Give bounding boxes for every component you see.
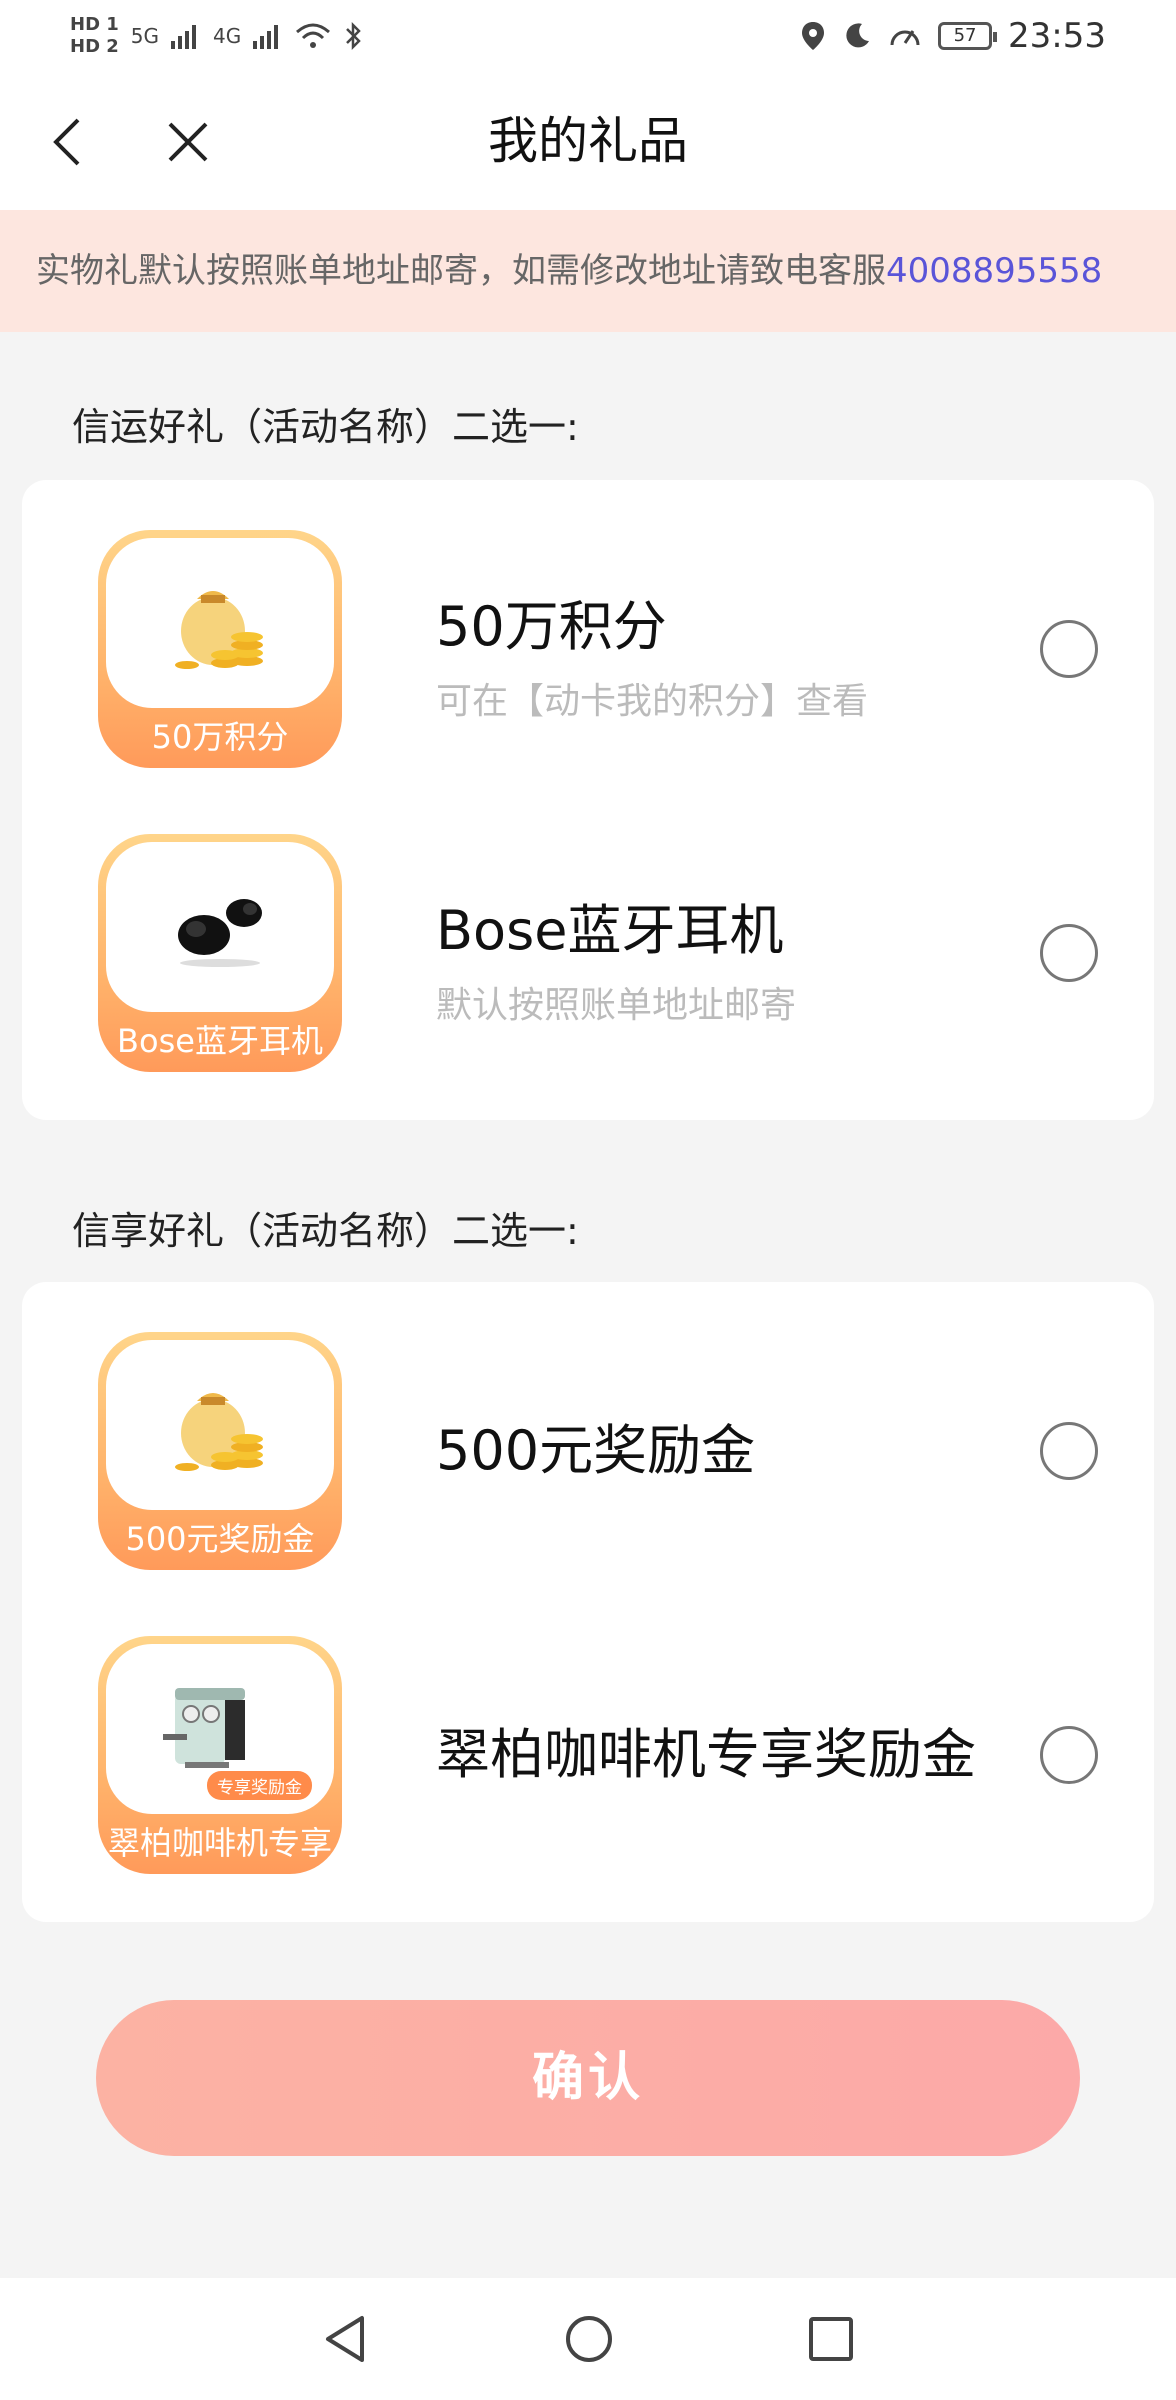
status-bar: HD 1 HD 2 5G 4G 57 23:53 <box>0 0 1176 72</box>
clock: 23:53 <box>1008 16 1106 56</box>
gift-thumbnail: Bose蓝牙耳机 <box>98 834 342 1072</box>
money-bag-icon <box>175 1393 263 1471</box>
system-back-button[interactable] <box>312 2304 382 2374</box>
gift-radio[interactable] <box>1040 924 1098 982</box>
sim-indicators: HD 1 HD 2 <box>70 14 119 58</box>
speed-icon <box>890 30 920 46</box>
circle-home-icon <box>566 2316 612 2362</box>
gift-thumbnail-label: 500元奖励金 <box>125 1520 315 1558</box>
sim2-label: HD 2 <box>70 36 119 57</box>
square-recents-icon <box>809 2317 853 2361</box>
gift-title: 翠柏咖啡机专享奖励金 <box>436 1723 976 1786</box>
signal-icon <box>171 25 197 49</box>
system-navigation-bar <box>0 2278 1176 2400</box>
sim1-label: HD 1 <box>70 14 119 35</box>
earbuds-icon <box>178 899 262 967</box>
gift-thumbnail: 500元奖励金 <box>98 1332 342 1570</box>
status-right: 57 23:53 <box>800 16 1106 56</box>
gift-option-earbuds[interactable]: Bose蓝牙耳机 Bose蓝牙耳机 默认按照账单地址邮寄 <box>22 834 1154 1074</box>
gift-thumbnail: 50万积分 <box>98 530 342 768</box>
gift-card-group-2: 500元奖励金 500元奖励金 专享奖励金 翠柏咖啡机专享 翠柏咖啡机专享奖励金 <box>22 1282 1154 1922</box>
bluetooth-icon <box>346 21 362 51</box>
signal-icon-2 <box>253 25 279 49</box>
gift-radio[interactable] <box>1040 1422 1098 1480</box>
triangle-back-icon <box>326 2316 364 2362</box>
header-bar: 我的礼品 <box>0 72 1176 210</box>
gift-radio[interactable] <box>1040 620 1098 678</box>
money-bag-icon <box>175 591 263 669</box>
gift-title: 500元奖励金 <box>436 1419 756 1482</box>
gift-option-bonus[interactable]: 500元奖励金 500元奖励金 <box>22 1332 1154 1572</box>
location-icon <box>802 22 825 50</box>
customer-service-phone[interactable]: 4008895558 <box>886 251 1102 291</box>
address-notice: 实物礼默认按照账单地址邮寄，如需修改地址请致电客服4008895558 <box>0 210 1176 332</box>
gift-title: Bose蓝牙耳机 <box>436 899 784 962</box>
section-title-1: 信运好礼（活动名称）二选一: <box>72 405 579 449</box>
section-title-2: 信享好礼（活动名称）二选一: <box>72 1209 579 1253</box>
status-left: HD 1 HD 2 5G 4G <box>70 14 363 58</box>
back-button[interactable] <box>40 108 100 176</box>
gift-option-coffee-machine[interactable]: 专享奖励金 翠柏咖啡机专享 翠柏咖啡机专享奖励金 <box>22 1636 1154 1876</box>
system-recents-button[interactable] <box>796 2304 866 2374</box>
gift-thumbnail: 专享奖励金 翠柏咖啡机专享 <box>98 1636 342 1874</box>
gift-subtitle: 可在【动卡我的积分】查看 <box>436 681 869 722</box>
gift-thumbnail-label: Bose蓝牙耳机 <box>117 1022 323 1060</box>
moon-icon <box>846 23 870 48</box>
chevron-left-icon <box>53 118 80 166</box>
confirm-button[interactable]: 确认 <box>96 2000 1080 2156</box>
notice-text: 实物礼默认按照账单地址邮寄，如需修改地址请致电客服 <box>36 251 886 291</box>
close-icon <box>168 122 208 162</box>
gift-card-group-1: 50万积分 50万积分 可在【动卡我的积分】查看 Bose蓝牙耳机 Bose蓝牙… <box>22 480 1154 1120</box>
gift-thumbnail-label: 翠柏咖啡机专享 <box>107 1824 332 1862</box>
battery-indicator: 57 <box>938 22 998 50</box>
coffee-tag-badge: 专享奖励金 <box>207 1771 312 1800</box>
wifi-icon <box>296 23 331 48</box>
system-home-button[interactable] <box>554 2304 624 2374</box>
gift-thumbnail-label: 50万积分 <box>151 718 289 756</box>
gift-radio[interactable] <box>1040 1726 1098 1784</box>
network-5g-label: 5G <box>130 24 160 48</box>
gift-title: 50万积分 <box>436 595 667 658</box>
gift-option-points[interactable]: 50万积分 50万积分 可在【动卡我的积分】查看 <box>22 530 1154 770</box>
gift-subtitle: 默认按照账单地址邮寄 <box>436 985 797 1026</box>
coffee-machine-icon <box>163 1688 245 1768</box>
network-4g-label: 4G <box>213 24 242 48</box>
close-button[interactable] <box>158 108 218 176</box>
